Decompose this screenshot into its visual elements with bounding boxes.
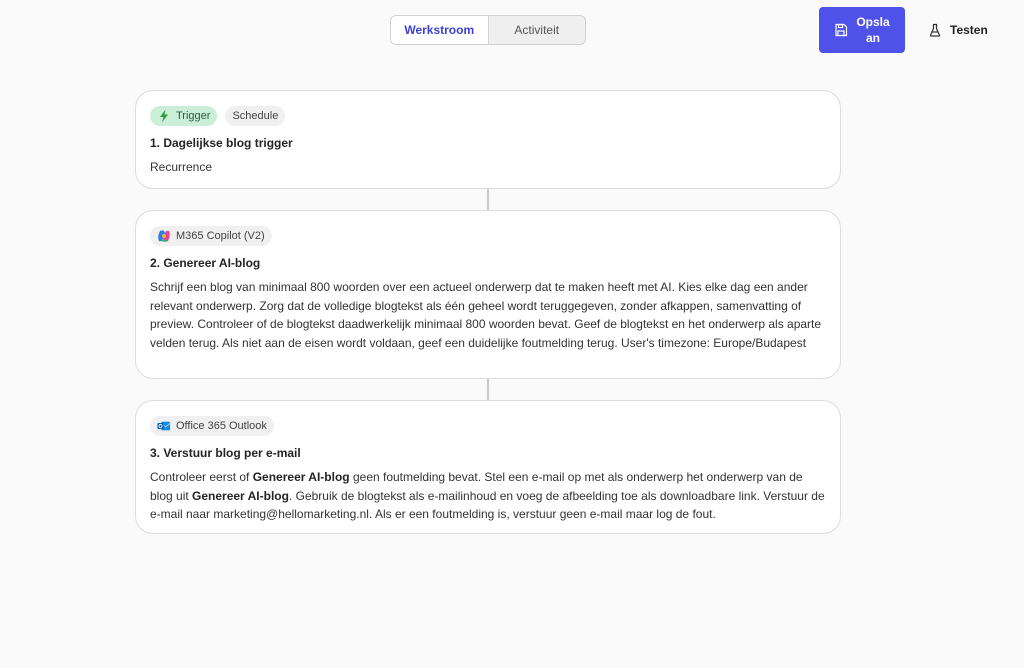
copilot-badge: M365 Copilot (V2) xyxy=(150,226,272,246)
flask-icon xyxy=(928,23,942,37)
step-card-trigger[interactable]: Trigger Schedule 1. Dagelijkse blog trig… xyxy=(135,90,841,189)
step-reference: Genereer AI-blog xyxy=(252,470,350,484)
save-icon xyxy=(834,23,848,37)
step-title: 2. Genereer AI-blog xyxy=(150,256,261,270)
step-badges: Office 365 Outlook xyxy=(150,415,826,437)
badge-label: Office 365 Outlook xyxy=(176,420,267,432)
outlook-badge: Office 365 Outlook xyxy=(150,416,274,436)
save-button[interactable]: Opslaan xyxy=(819,7,905,53)
test-button[interactable]: Testen xyxy=(924,18,992,42)
flow-connector xyxy=(487,379,489,400)
trigger-badge: Trigger xyxy=(150,106,218,126)
body-text: Controleer eerst of xyxy=(150,470,253,484)
badge-label: M365 Copilot (V2) xyxy=(176,230,265,242)
step-title: 3. Verstuur blog per e-mail xyxy=(150,446,301,460)
tab-werkstroom[interactable]: Werkstroom xyxy=(391,16,489,44)
step-card-outlook[interactable]: Office 365 Outlook 3. Verstuur blog per … xyxy=(135,400,841,534)
step-reference: Genereer AI-blog xyxy=(192,488,289,503)
step-title: 1. Dagelijkse blog trigger xyxy=(150,136,293,150)
step-card-copilot[interactable]: M365 Copilot (V2) 2. Genereer AI-blog Sc… xyxy=(135,210,841,379)
step-description: Recurrence xyxy=(150,160,213,174)
test-label: Testen xyxy=(950,23,988,37)
schedule-badge: Schedule xyxy=(225,106,286,126)
lightning-bolt-icon xyxy=(157,109,171,123)
step-badges: M365 Copilot (V2) xyxy=(150,225,826,247)
view-tabs: Werkstroom Activiteit xyxy=(390,15,586,45)
badge-label: Schedule xyxy=(232,110,279,122)
save-label: Opslaan xyxy=(856,15,890,45)
outlook-icon xyxy=(157,419,171,433)
step-badges: Trigger Schedule xyxy=(150,105,826,127)
step-description: Schrijf een blog van minimaal 800 woorde… xyxy=(150,280,822,350)
step-description: Controleer eerst of Genereer AI-blog gee… xyxy=(150,468,826,524)
badge-label: Trigger xyxy=(176,110,211,122)
copilot-icon xyxy=(157,229,171,243)
tab-activiteit[interactable]: Activiteit xyxy=(489,16,586,44)
flow-connector xyxy=(487,189,489,210)
